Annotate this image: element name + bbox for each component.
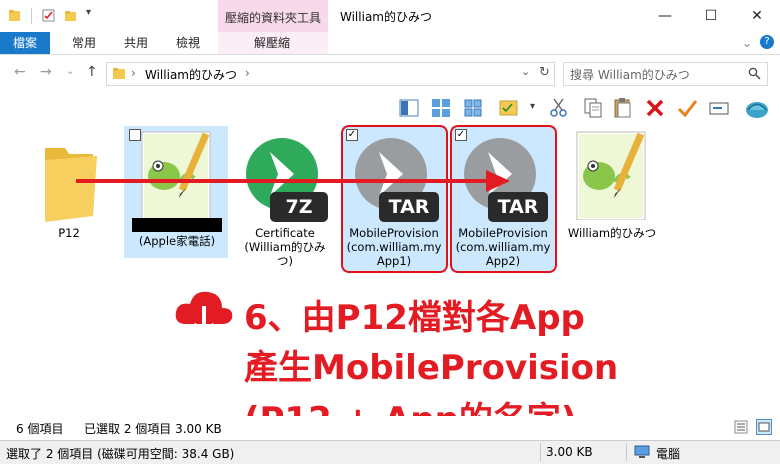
help-icon[interactable]: ?: [760, 35, 774, 49]
customize-toolbar-icon[interactable]: ▾: [86, 7, 91, 18]
annotation-line-1: 6、由P12檔對各App: [244, 298, 585, 338]
tab-file[interactable]: 檔案: [0, 32, 50, 54]
file-name-line: (William的ひみ: [244, 240, 326, 254]
location-label: 電腦: [656, 447, 681, 461]
navigation-bar: ← → ⌄ ↑ › William的ひみつ › ⌄ ↻ 搜尋 William的ひ…: [0, 55, 780, 91]
archive-badge: 7Z: [285, 196, 313, 218]
cut-icon[interactable]: [548, 97, 570, 119]
paste-icon[interactable]: [612, 97, 634, 119]
maximize-button[interactable]: ☐: [688, 0, 734, 32]
notepad-plus-plus-icon: [576, 131, 646, 220]
search-icon[interactable]: [748, 67, 761, 80]
redacted-bar: [132, 218, 222, 232]
tab-home[interactable]: 常用: [72, 32, 96, 54]
preview-pane-icon[interactable]: [398, 97, 420, 119]
selection-size: 3.00 KB: [546, 445, 593, 459]
cloud-download-icon: [175, 291, 233, 340]
file-name: (Apple家電話): [138, 234, 216, 248]
up-icon[interactable]: ↑: [86, 64, 98, 80]
folder-icon: [45, 148, 97, 222]
window-title: William的ひみつ: [340, 10, 432, 24]
notepad-plus-plus-icon: [141, 131, 211, 220]
medium-icons-icon[interactable]: [462, 97, 484, 119]
divider: [626, 443, 627, 461]
large-icons-view-icon[interactable]: [756, 419, 772, 435]
toolbar: ▾: [0, 91, 780, 125]
selection-details: 選取了 2 個項目 (磁碟可用空間: 38.4 GB): [6, 447, 235, 461]
copy-icon[interactable]: [582, 97, 604, 119]
tab-view[interactable]: 檢視: [176, 32, 200, 54]
file-name-line: App1): [376, 254, 412, 268]
details-view-icon[interactable]: [734, 420, 748, 434]
file-item-notepad[interactable]: William的ひみつ: [559, 130, 665, 250]
forward-icon[interactable]: →: [40, 64, 52, 80]
file-name: P12: [58, 226, 80, 240]
search-placeholder: 搜尋 William的ひみつ: [570, 68, 690, 82]
dropdown-icon[interactable]: ▾: [530, 101, 535, 112]
file-item-folder[interactable]: P12: [16, 130, 122, 250]
file-name-line: Certificate: [255, 226, 315, 240]
expand-ribbon-icon[interactable]: ⌄: [742, 32, 752, 54]
file-item-tar-archive[interactable]: ✓ TAR MobileProvision (com.william.my Ap…: [450, 126, 556, 270]
divider: [31, 8, 32, 24]
context-tab-title: 壓縮的資料夾工具: [224, 11, 321, 25]
properties-icon[interactable]: [42, 9, 55, 22]
file-name-line: MobileProvision: [349, 226, 439, 240]
archive-badge: TAR: [497, 196, 539, 218]
close-button[interactable]: ✕: [734, 0, 780, 32]
recent-locations-icon[interactable]: ⌄: [66, 66, 74, 77]
select-folder-icon[interactable]: [498, 97, 520, 119]
large-icons-icon[interactable]: [430, 97, 452, 119]
shell-icon[interactable]: [744, 97, 770, 119]
refresh-icon[interactable]: ↻: [539, 65, 550, 80]
selection-info: 已選取 2 個項目 3.00 KB: [84, 422, 222, 436]
item-count: 6 個項目: [16, 422, 64, 436]
file-name-line: つ): [277, 254, 293, 268]
ribbon-tabs: 檔案 常用 共用 檢視 解壓縮 ⌄ ?: [0, 32, 780, 55]
new-folder-icon[interactable]: [64, 9, 77, 22]
file-item-7z-archive[interactable]: 7Z Certificate (William的ひみ つ): [232, 130, 338, 270]
tab-extract[interactable]: 解壓縮: [254, 32, 290, 54]
context-tab-header: 壓縮的資料夾工具: [218, 0, 328, 32]
details-status-bar: 選取了 2 個項目 (磁碟可用空間: 38.4 GB) 3.00 KB 電腦: [0, 440, 780, 464]
breadcrumb-separator-icon[interactable]: ›: [245, 66, 250, 80]
archive-badge: TAR: [388, 196, 430, 218]
status-bar: 6 個項目 已選取 2 個項目 3.00 KB: [0, 416, 780, 438]
folder-icon: [9, 10, 20, 21]
checkmark-icon[interactable]: [676, 97, 698, 119]
dropdown-icon[interactable]: ⌄: [521, 65, 530, 78]
folder-icon: [113, 68, 125, 79]
breadcrumb[interactable]: William的ひみつ: [145, 66, 237, 83]
breadcrumb-separator-icon[interactable]: ›: [131, 66, 136, 80]
file-name: William的ひみつ: [567, 226, 657, 240]
search-input[interactable]: 搜尋 William的ひみつ: [563, 62, 768, 86]
delete-icon[interactable]: [644, 97, 666, 119]
file-item-tar-archive[interactable]: ✓ TAR MobileProvision (com.william.my Ap…: [341, 126, 447, 270]
rename-icon[interactable]: [708, 97, 730, 119]
file-name-line: (com.william.my: [346, 240, 442, 254]
computer-icon: [634, 445, 650, 458]
back-icon[interactable]: ←: [14, 64, 26, 80]
minimize-button[interactable]: —: [642, 0, 688, 32]
address-bar[interactable]: › William的ひみつ › ⌄ ↻: [106, 62, 555, 86]
annotation-line-2: 產生MobileProvision: [244, 348, 619, 388]
tab-share[interactable]: 共用: [124, 32, 148, 54]
file-name-line: MobileProvision: [458, 226, 548, 240]
file-name-line: (com.william.my: [455, 240, 551, 254]
file-name-line: App2): [485, 254, 521, 268]
file-item-notepad[interactable]: (Apple家電話): [124, 126, 230, 258]
divider: [540, 443, 541, 461]
